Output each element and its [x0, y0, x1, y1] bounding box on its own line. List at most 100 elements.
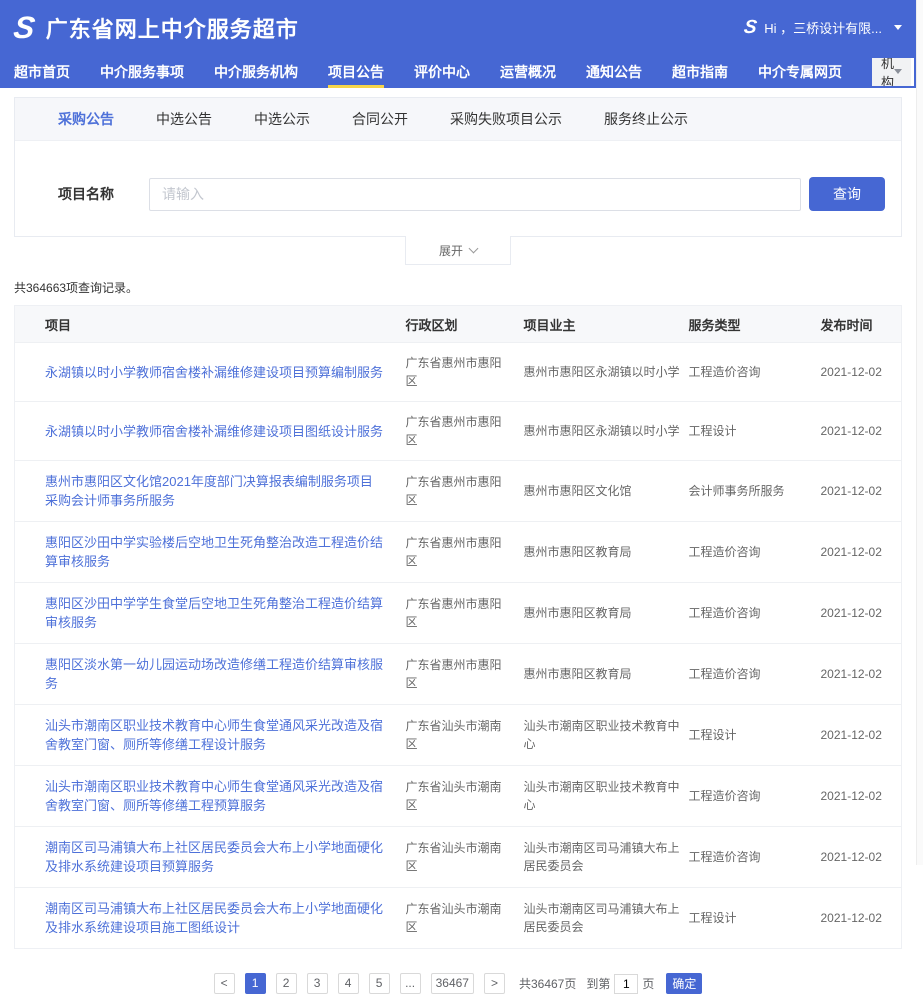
project-link[interactable]: 永湖镇以时小学教师宿舍楼补漏维修建设项目预算编制服务: [45, 365, 383, 380]
project-cell: 永湖镇以时小学教师宿舍楼补漏维修建设项目预算编制服务: [15, 343, 398, 402]
project-link[interactable]: 惠阳区沙田中学实验楼后空地卫生死角整治改造工程造价结算审核服务: [45, 535, 383, 569]
publish-date-cell: 2021-12-02: [813, 343, 902, 402]
publish-date-cell: 2021-12-02: [813, 766, 902, 827]
owner-cell: 汕头市潮南区职业技术教育中心: [516, 766, 681, 827]
page-button-2[interactable]: 2: [276, 973, 297, 994]
project-cell: 惠阳区沙田中学学生食堂后空地卫生死角整治工程造价结算审核服务: [15, 583, 398, 644]
user-menu[interactable]: S Hi ，三桥设计有限...: [744, 17, 916, 39]
tab-6[interactable]: 服务终止公示: [604, 109, 688, 129]
service-type-cell: 工程设计: [681, 402, 813, 461]
page-button-5[interactable]: 5: [369, 973, 390, 994]
table-row: 惠州市惠阳区文化馆2021年度部门决算报表编制服务项目采购会计师事务所服务广东省…: [15, 461, 902, 522]
service-type-cell: 工程造价咨询: [681, 766, 813, 827]
owner-cell: 惠州市惠阳区永湖镇以时小学: [516, 402, 681, 461]
goto-page-group: 到第 页: [586, 974, 654, 994]
nav-item-3[interactable]: 中介服务机构: [214, 55, 298, 88]
filter-area: 项目名称 查询: [15, 141, 901, 236]
next-page-button[interactable]: >: [484, 973, 505, 994]
project-link[interactable]: 潮南区司马浦镇大布上社区居民委员会大布上小学地面硬化及排水系统建设项目施工图纸设…: [45, 901, 383, 935]
user-greeting: Hi ，三桥设计有限...: [764, 18, 882, 37]
project-cell: 永湖镇以时小学教师宿舍楼补漏维修建设项目图纸设计服务: [15, 402, 398, 461]
column-header-2: 行政区划: [398, 306, 516, 343]
service-type-cell: 工程造价咨询: [681, 522, 813, 583]
scrollbar-track[interactable]: [916, 0, 923, 865]
nav-item-6[interactable]: 运营概况: [500, 55, 556, 88]
project-link[interactable]: 汕头市潮南区职业技术教育中心师生食堂通风采光改造及宿舍教室门窗、厕所等修缮工程预…: [45, 779, 383, 813]
table-row: 永湖镇以时小学教师宿舍楼补漏维修建设项目预算编制服务广东省惠州市惠阳区惠州市惠阳…: [15, 343, 902, 402]
tab-4[interactable]: 合同公开: [352, 109, 408, 129]
publish-date-cell: 2021-12-02: [813, 888, 902, 949]
nav-search-category-select[interactable]: 机构: [872, 58, 911, 86]
caret-down-icon: [894, 25, 902, 30]
owner-cell: 汕头市潮南区职业技术教育中心: [516, 705, 681, 766]
nav-items: 超市首页中介服务事项中介服务机构项目公告评价中心运营概况通知公告超市指南中介专属…: [14, 55, 872, 88]
main-nav: 超市首页中介服务事项中介服务机构项目公告评价中心运营概况通知公告超市指南中介专属…: [0, 55, 916, 88]
main-content: 采购公告 中选公告 中选公示 合同公开 采购失败项目公示 服务终止公示 项目名称 查询 展…: [0, 97, 916, 994]
page-button-6[interactable]: ...: [400, 973, 421, 994]
tab-5[interactable]: 采购失败项目公示: [450, 109, 562, 129]
nav-item-4[interactable]: 项目公告: [328, 55, 384, 88]
project-link[interactable]: 汕头市潮南区职业技术教育中心师生食堂通风采光改造及宿舍教室门窗、厕所等修缮工程设…: [45, 718, 383, 752]
region-cell: 广东省惠州市惠阳区: [398, 583, 516, 644]
prev-page-button[interactable]: <: [214, 973, 235, 994]
page: S 广东省网上中介服务超市 S Hi ，三桥设计有限... 超市首页中介服务事项…: [0, 0, 916, 994]
tab-2[interactable]: 中选公告: [156, 109, 212, 129]
nav-item-2[interactable]: 中介服务事项: [100, 55, 184, 88]
region-cell: 广东省汕头市潮南区: [398, 705, 516, 766]
nav-item-8[interactable]: 超市指南: [672, 55, 728, 88]
goto-confirm-button[interactable]: 确定: [666, 973, 702, 994]
nav-search-category-value: 机构: [881, 58, 894, 86]
nav-item-1[interactable]: 超市首页: [14, 55, 70, 88]
service-type-cell: 会计师事务所服务: [681, 461, 813, 522]
project-cell: 汕头市潮南区职业技术教育中心师生食堂通风采光改造及宿舍教室门窗、厕所等修缮工程设…: [15, 705, 398, 766]
service-type-cell: 工程设计: [681, 705, 813, 766]
nav-search-input[interactable]: [911, 58, 914, 86]
project-name-input[interactable]: [149, 178, 801, 211]
project-link[interactable]: 潮南区司马浦镇大布上社区居民委员会大布上小学地面硬化及排水系统建设项目预算服务: [45, 840, 383, 874]
site-title: 广东省网上中介服务超市: [46, 12, 299, 44]
expand-toggle[interactable]: 展开: [405, 236, 511, 265]
column-header-1: 项目: [15, 306, 398, 343]
publish-date-cell: 2021-12-02: [813, 827, 902, 888]
project-cell: 惠阳区沙田中学实验楼后空地卫生死角整治改造工程造价结算审核服务: [15, 522, 398, 583]
publish-date-cell: 2021-12-02: [813, 705, 902, 766]
project-cell: 潮南区司马浦镇大布上社区居民委员会大布上小学地面硬化及排水系统建设项目施工图纸设…: [15, 888, 398, 949]
region-cell: 广东省汕头市潮南区: [398, 766, 516, 827]
publish-date-cell: 2021-12-02: [813, 522, 902, 583]
tab-1[interactable]: 采购公告: [58, 109, 114, 129]
project-link[interactable]: 惠阳区淡水第一幼儿园运动场改造修缮工程造价结算审核服务: [45, 657, 383, 691]
nav-search: 机构: [872, 58, 914, 86]
region-cell: 广东省惠州市惠阳区: [398, 522, 516, 583]
publish-date-cell: 2021-12-02: [813, 583, 902, 644]
nav-item-7[interactable]: 通知公告: [586, 55, 642, 88]
region-cell: 广东省惠州市惠阳区: [398, 644, 516, 705]
project-link[interactable]: 永湖镇以时小学教师宿舍楼补漏维修建设项目图纸设计服务: [45, 424, 383, 439]
nav-item-9[interactable]: 中介专属网页: [758, 55, 842, 88]
tab-3[interactable]: 中选公示: [254, 109, 310, 129]
service-type-cell: 工程设计: [681, 888, 813, 949]
page-button-7[interactable]: 36467: [431, 973, 474, 994]
region-cell: 广东省惠州市惠阳区: [398, 402, 516, 461]
region-cell: 广东省汕头市潮南区: [398, 888, 516, 949]
table-row: 潮南区司马浦镇大布上社区居民委员会大布上小学地面硬化及排水系统建设项目施工图纸设…: [15, 888, 902, 949]
project-cell: 汕头市潮南区职业技术教育中心师生食堂通风采光改造及宿舍教室门窗、厕所等修缮工程预…: [15, 766, 398, 827]
table-row: 惠阳区沙田中学学生食堂后空地卫生死角整治工程造价结算审核服务广东省惠州市惠阳区惠…: [15, 583, 902, 644]
project-link[interactable]: 惠州市惠阳区文化馆2021年度部门决算报表编制服务项目采购会计师事务所服务: [45, 474, 373, 508]
goto-page-input[interactable]: [614, 974, 638, 994]
owner-cell: 惠州市惠阳区教育局: [516, 522, 681, 583]
page-button-1[interactable]: 1: [245, 973, 266, 994]
project-link[interactable]: 惠阳区沙田中学学生食堂后空地卫生死角整治工程造价结算审核服务: [45, 596, 383, 630]
publish-date-cell: 2021-12-02: [813, 402, 902, 461]
owner-cell: 汕头市潮南区司马浦镇大布上居民委员会: [516, 888, 681, 949]
nav-item-5[interactable]: 评价中心: [414, 55, 470, 88]
column-header-5: 发布时间: [813, 306, 902, 343]
page-button-4[interactable]: 4: [338, 973, 359, 994]
page-button-3[interactable]: 3: [307, 973, 328, 994]
chevron-down-icon: [469, 243, 479, 253]
goto-page-prefix: 到第: [586, 975, 610, 992]
query-button[interactable]: 查询: [809, 177, 885, 211]
pagination: < 12345...36467 > 共36467页 到第 页 确定: [14, 973, 902, 994]
table-row: 惠阳区淡水第一幼儿园运动场改造修缮工程造价结算审核服务广东省惠州市惠阳区惠州市惠…: [15, 644, 902, 705]
top-header: S 广东省网上中介服务超市 S Hi ，三桥设计有限...: [0, 0, 916, 55]
service-type-cell: 工程造价咨询: [681, 343, 813, 402]
